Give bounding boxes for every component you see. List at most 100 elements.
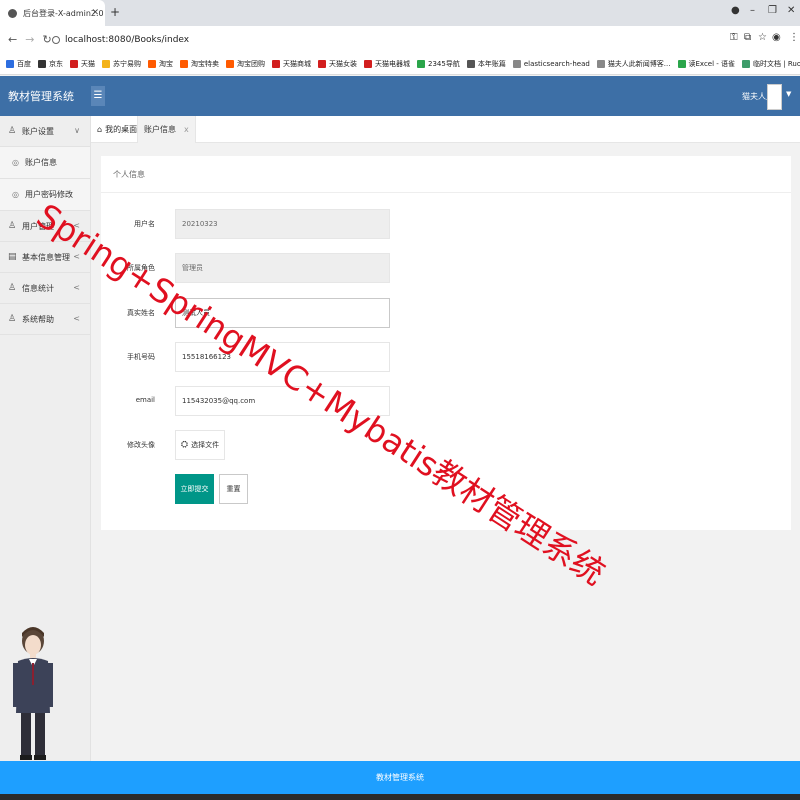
close-window-icon[interactable]: ✕: [787, 5, 795, 16]
bookmark-favicon-icon: [226, 59, 234, 68]
footer: 教材管理系统: [0, 761, 800, 794]
user-icon: ♙: [8, 283, 17, 293]
bookmark-label: 天猫电器城: [375, 59, 410, 68]
chevron-left-icon: <: [73, 283, 80, 292]
address-bar: ← → ↻ localhost:8080/Books/index ⚿ ⧉ ☆ ◉…: [0, 26, 800, 53]
sidebar-subitem-label: 用户密码修改: [24, 190, 73, 199]
submit-button[interactable]: 立即提交: [175, 474, 214, 504]
user-icon: ♙: [8, 314, 17, 324]
browser-tab[interactable]: 后台登录-X-admin2.0 ✕: [0, 0, 105, 26]
bookmark-favicon-icon: [596, 59, 605, 68]
bookmark-item[interactable]: 京东: [38, 59, 63, 69]
sidebar-subitem-password[interactable]: ◎ 用户密码修改: [0, 179, 90, 211]
bookmark-item[interactable]: elasticsearch-head: [512, 59, 590, 68]
caret-down-icon[interactable]: ▼: [786, 90, 791, 98]
bookmark-item[interactable]: 苏宁易购: [102, 59, 141, 69]
home-icon: ⌂: [97, 125, 103, 134]
sidebar-item-statistics[interactable]: ♙ 信息统计 <: [0, 273, 90, 304]
bookmark-favicon-icon: [742, 59, 751, 68]
bookmark-item[interactable]: 天猫女装: [318, 59, 357, 69]
bookmark-item[interactable]: 百度: [6, 59, 31, 69]
bookmark-item[interactable]: 猫夫人此新闻博客...: [596, 59, 671, 69]
more-icon[interactable]: ⋮: [789, 32, 799, 43]
bookmark-favicon-icon: [102, 59, 110, 68]
bookmark-label: 京东: [49, 59, 63, 68]
bookmark-favicon-icon: [417, 59, 425, 68]
username-label: 用户名: [134, 220, 155, 228]
sidebar-item-user-management[interactable]: ♙ 用户管理 <: [0, 211, 90, 242]
sidebar-item-label: 基本信息管理: [22, 252, 70, 262]
sidebar-item-label: 账户设置: [22, 126, 54, 136]
bookmark-label: 2345导航: [428, 59, 460, 68]
bookmark-item[interactable]: 本年账篇: [466, 59, 506, 69]
chevron-left-icon: <: [73, 252, 80, 261]
forward-icon[interactable]: →: [25, 33, 34, 46]
bookmark-item[interactable]: 淘宝特卖: [180, 59, 219, 69]
translate-icon[interactable]: ⧉: [744, 32, 751, 43]
bookmark-favicon-icon: [318, 59, 326, 68]
chevron-down-icon: ∨: [74, 126, 80, 135]
tab-account-label: 账户信息: [144, 125, 176, 134]
site-info-icon[interactable]: [52, 35, 60, 44]
bookmark-item[interactable]: 读Excel - 语雀: [677, 59, 735, 69]
new-tab-icon[interactable]: +: [110, 5, 120, 19]
sidebar-subitem-account-info[interactable]: ◎ 账户信息: [0, 147, 90, 179]
tab-home[interactable]: ⌂ 我的桌面: [91, 116, 143, 143]
chevron-left-icon: <: [73, 314, 80, 323]
sidebar-item-label: 用户管理: [22, 221, 54, 231]
bookmark-favicon-icon: [466, 59, 475, 68]
form-row-avatar: 修改头像 ⛭ 选择文件: [101, 430, 791, 460]
user-icon: ♙: [8, 126, 17, 136]
main-content: 个人信息 用户名 20210323 所属角色 管理员 真实姓名 测试人员 手机号…: [91, 143, 800, 761]
bookmark-star-icon[interactable]: ☆: [758, 32, 767, 43]
url-input[interactable]: localhost:8080/Books/index: [52, 30, 742, 49]
bookmark-item[interactable]: 临时文档 | RuoYi: [742, 59, 800, 69]
sidebar-item-account-settings[interactable]: ♙ 账户设置 ∨: [0, 116, 90, 147]
bookmark-favicon-icon: [38, 59, 46, 68]
choose-file-label: 选择文件: [191, 441, 220, 449]
tab-close-icon[interactable]: ✕: [91, 8, 99, 18]
reload-icon[interactable]: ↻: [42, 33, 51, 46]
bookmark-item[interactable]: 淘宝: [148, 59, 173, 69]
form-row-phone: 手机号码 15518166123: [101, 342, 791, 372]
sidebar-item-label: 系统帮助: [22, 314, 54, 324]
tab-home-label: 我的桌面: [105, 125, 138, 134]
back-icon[interactable]: ←: [8, 33, 17, 46]
minimize-icon[interactable]: –: [750, 5, 755, 16]
bookmark-item[interactable]: 2345导航: [417, 59, 460, 69]
form-row-realname: 真实姓名 测试人员: [101, 298, 791, 328]
bookmark-favicon-icon: [6, 59, 14, 68]
sidebar-item-help[interactable]: ♙ 系统帮助 <: [0, 304, 90, 335]
form-row-username: 用户名 20210323: [101, 209, 791, 239]
bookmark-item[interactable]: 天猫: [70, 59, 95, 69]
tab-account-info[interactable]: 账户信息 x: [137, 116, 196, 143]
choose-file-button[interactable]: ⛭ 选择文件: [175, 430, 225, 460]
sidebar: ♙ 账户设置 ∨ ◎ 账户信息 ◎ 用户密码修改 ♙ 用户管理 < ▤ 基本信息…: [0, 116, 91, 761]
browser-tabstrip: 后台登录-X-admin2.0 ✕ + ● – ❐ ✕: [0, 0, 800, 26]
role-field: 管理员: [175, 253, 390, 283]
form-row-role: 所属角色 管理员: [101, 253, 791, 283]
reset-button[interactable]: 重置: [219, 474, 248, 504]
realname-field[interactable]: 测试人员: [175, 298, 390, 328]
bookmark-item[interactable]: 天猫商城: [272, 59, 311, 69]
avatar[interactable]: [767, 84, 782, 110]
key-icon[interactable]: ⚿: [730, 32, 738, 43]
account-icon[interactable]: ◉: [772, 32, 781, 43]
avatar-label: 修改头像: [127, 441, 155, 449]
tab-close-icon[interactable]: x: [184, 125, 189, 134]
bookmark-favicon-icon: [512, 59, 521, 68]
sidebar-subitem-label: 账户信息: [24, 158, 57, 167]
bookmark-item[interactable]: 天猫电器城: [364, 59, 410, 69]
phone-label: 手机号码: [127, 353, 155, 361]
email-label: email: [135, 396, 155, 404]
sidebar-item-basic-info[interactable]: ▤ 基本信息管理 <: [0, 242, 90, 273]
bookmark-item[interactable]: 淘宝团购: [226, 59, 265, 69]
menu-toggle-icon[interactable]: ☰: [91, 86, 105, 106]
profile-icon[interactable]: ●: [731, 5, 740, 16]
sidebar-item-label: 信息统计: [22, 283, 54, 293]
bookmark-label: 天猫商城: [283, 59, 311, 68]
restore-icon[interactable]: ❐: [768, 5, 777, 16]
phone-field[interactable]: 15518166123: [175, 342, 390, 372]
email-field[interactable]: 115432035@qq.com: [175, 386, 390, 416]
bookmark-label: 天猫女装: [329, 59, 357, 68]
